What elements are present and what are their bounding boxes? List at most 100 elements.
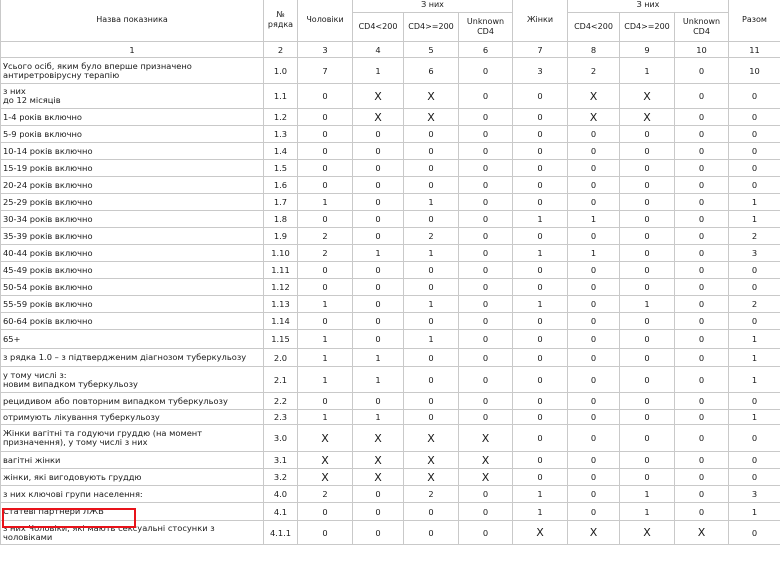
table-row: отримують лікування туберкульозу 2.3 1 1 0 0 0… xyxy=(0,409,780,425)
value-cell: X xyxy=(619,108,675,126)
value-cell: 0 xyxy=(403,409,459,425)
value-cell: 1 xyxy=(512,244,568,262)
value-cell: 0 xyxy=(728,451,780,469)
value-cell: X xyxy=(297,451,353,469)
value-cell: 0 xyxy=(458,193,513,211)
indicator-name: 15-19 років включно xyxy=(0,159,264,177)
indicator-name: з них до 12 місяців xyxy=(0,83,264,109)
value-cell: 1 xyxy=(728,348,780,367)
table-row: 25-29 років включно 1.7 1 0 1 0 0 0 0 0 1 xyxy=(0,193,780,211)
value-cell: 0 xyxy=(512,261,568,279)
row-number: 1.5 xyxy=(263,159,298,177)
header-men-unknown-cd4: Unknown CD4 xyxy=(458,12,513,42)
value-cell: 0 xyxy=(567,366,620,393)
header-women: Жінки xyxy=(512,0,568,42)
value-cell: 0 xyxy=(352,502,404,521)
header-women-cd4-lt200: CD4<200 xyxy=(567,12,620,42)
value-cell: 1 xyxy=(403,295,459,313)
value-cell: 0 xyxy=(567,261,620,279)
column-number: 5 xyxy=(403,41,459,58)
value-cell: 0 xyxy=(458,366,513,393)
value-cell: 0 xyxy=(674,468,729,486)
value-cell: 0 xyxy=(458,409,513,425)
row-number: 2.2 xyxy=(263,392,298,410)
value-cell: 0 xyxy=(674,278,729,296)
value-cell: 1 xyxy=(567,210,620,228)
value-cell: 0 xyxy=(619,366,675,393)
value-cell: 1 xyxy=(297,366,353,393)
row-number: 3.2 xyxy=(263,468,298,486)
value-cell: 0 xyxy=(297,176,353,194)
row-number: 1.15 xyxy=(263,329,298,349)
value-cell: 0 xyxy=(297,261,353,279)
value-cell: 0 xyxy=(352,295,404,313)
value-cell: 1 xyxy=(512,502,568,521)
value-cell: X xyxy=(458,451,513,469)
value-cell: 0 xyxy=(567,125,620,143)
column-number: 3 xyxy=(297,41,353,58)
value-cell: X xyxy=(352,108,404,126)
value-cell: X xyxy=(567,83,620,109)
value-cell: 0 xyxy=(352,193,404,211)
indicator-name: 55-59 років включно xyxy=(0,295,264,313)
value-cell: 0 xyxy=(728,392,780,410)
column-number: 1 xyxy=(0,41,264,58)
value-cell: 0 xyxy=(458,125,513,143)
indicator-name: 65+ xyxy=(0,329,264,349)
value-cell: 3 xyxy=(728,244,780,262)
value-cell: 0 xyxy=(674,485,729,503)
table-row: з них до 12 місяців 1.1 0 X X 0 0 X X 0 0 xyxy=(0,83,780,109)
value-cell: 1 xyxy=(619,502,675,521)
indicator-name: жінки, які вигодовують груддю xyxy=(0,468,264,486)
value-cell: 1 xyxy=(352,409,404,425)
value-cell: 0 xyxy=(619,392,675,410)
indicator-name: 1-4 років включно xyxy=(0,108,264,126)
value-cell: 0 xyxy=(512,83,568,109)
header-total: Разом xyxy=(728,0,780,42)
value-cell: 1 xyxy=(512,485,568,503)
row-number: 2.1 xyxy=(263,366,298,393)
value-cell: 0 xyxy=(512,142,568,160)
value-cell: 0 xyxy=(674,348,729,367)
value-cell: 1 xyxy=(728,409,780,425)
value-cell: 0 xyxy=(512,392,568,410)
value-cell: 0 xyxy=(458,159,513,177)
value-cell: X xyxy=(403,451,459,469)
value-cell: 0 xyxy=(567,227,620,245)
value-cell: 1 xyxy=(297,193,353,211)
value-cell: 0 xyxy=(728,278,780,296)
indicator-name: Усього осіб, яким було вперше призначено… xyxy=(0,57,264,84)
value-cell: 1 xyxy=(619,485,675,503)
value-cell: 0 xyxy=(619,125,675,143)
row-number: 4.0 xyxy=(263,485,298,503)
value-cell: 0 xyxy=(403,261,459,279)
indicator-name: 50-54 років включно xyxy=(0,278,264,296)
indicator-name: отримують лікування туберкульозу xyxy=(0,409,264,425)
value-cell: 0 xyxy=(619,261,675,279)
value-cell: X xyxy=(403,108,459,126)
row-number: 1.2 xyxy=(263,108,298,126)
value-cell: 0 xyxy=(619,193,675,211)
value-cell: 6 xyxy=(403,57,459,84)
value-cell: 0 xyxy=(458,348,513,367)
value-cell: 1 xyxy=(297,329,353,349)
value-cell: 0 xyxy=(458,520,513,545)
indicator-name: 35-39 років включно xyxy=(0,227,264,245)
header-row-number: № рядка xyxy=(263,0,298,42)
row-number: 1.6 xyxy=(263,176,298,194)
value-cell: 0 xyxy=(567,329,620,349)
header-of-them-men: З них xyxy=(352,0,513,13)
value-cell: 0 xyxy=(297,278,353,296)
value-cell: 0 xyxy=(458,392,513,410)
row-number: 1.12 xyxy=(263,278,298,296)
value-cell: 2 xyxy=(297,485,353,503)
value-cell: 0 xyxy=(728,125,780,143)
value-cell: 0 xyxy=(403,159,459,177)
value-cell: 1 xyxy=(297,409,353,425)
value-cell: X xyxy=(567,520,620,545)
value-cell: X xyxy=(619,520,675,545)
value-cell: 0 xyxy=(352,312,404,330)
value-cell: 0 xyxy=(403,142,459,160)
table-row: з рядка 1.0 – з підтвердженим діагнозом … xyxy=(0,348,780,367)
value-cell: 0 xyxy=(674,424,729,452)
